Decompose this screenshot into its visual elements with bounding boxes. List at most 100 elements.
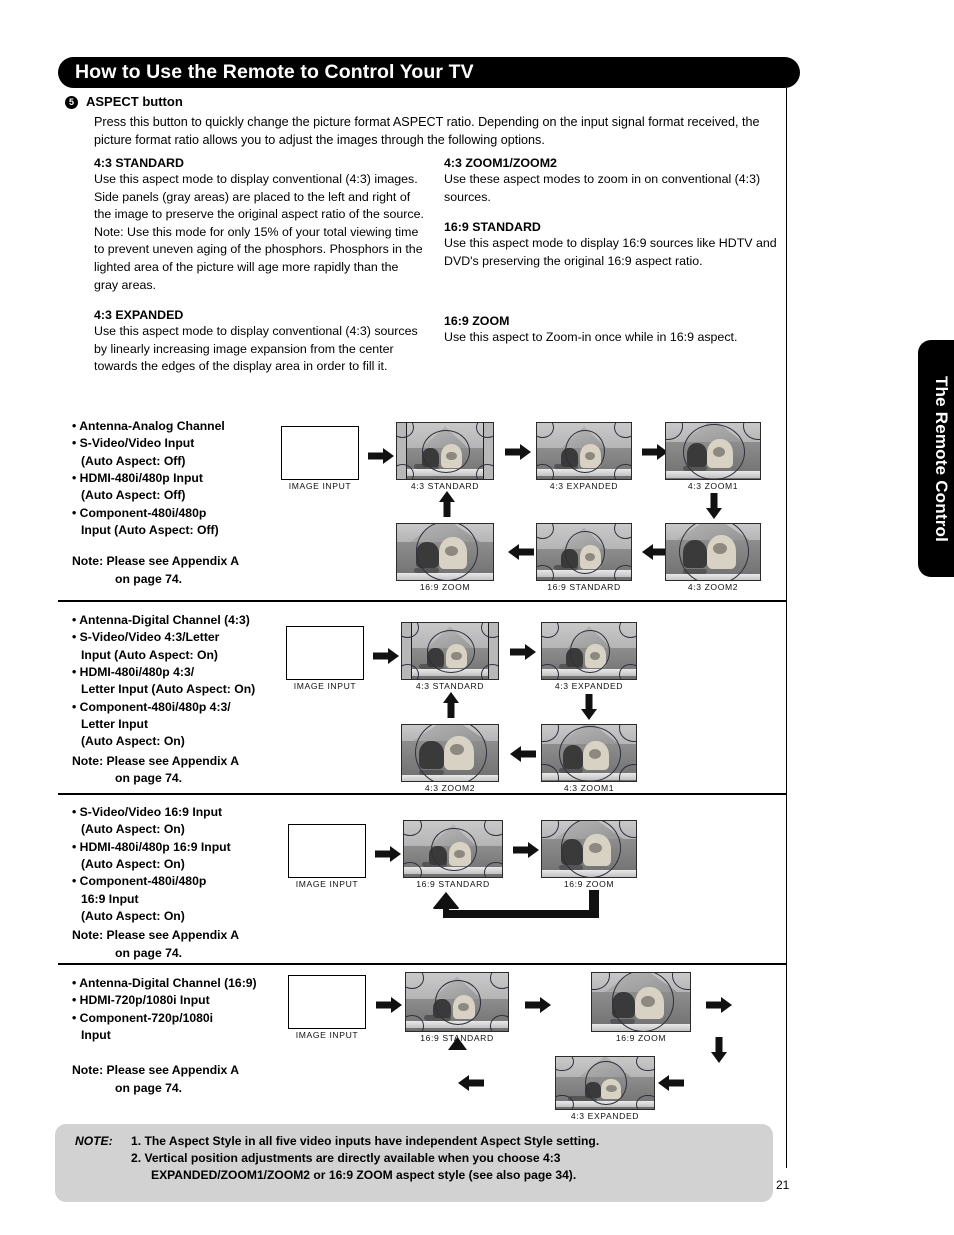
arrow-right-icon [373, 648, 399, 664]
arrow-right-icon [375, 846, 401, 862]
tv-frame [541, 622, 637, 680]
input-list-1: • Antenna-Analog Channel • S-Video/Video… [72, 418, 287, 588]
image-input-caption: IMAGE INPUT [295, 1030, 359, 1040]
list-item: • HDMI-480i/480p Input [72, 470, 203, 485]
image-input-thumb-2: IMAGE INPUT [286, 626, 364, 691]
arrow-left-icon [510, 746, 536, 762]
intro-title: ASPECT button [86, 94, 183, 109]
arrow-up-triangle-icon [448, 1037, 467, 1050]
definitions-right-column: 4:3 ZOOM1/ZOOM2 Use these aspect modes t… [444, 156, 784, 347]
tv-thumb-43-zoom2-2: 4:3 ZOOM2 [401, 724, 499, 793]
list-item: • HDMI-480i/480p 4:3/ [72, 664, 195, 679]
tv-thumb-43-standard-2: 4:3 STANDARD [401, 622, 499, 691]
list-item: • Component-480i/480p [72, 874, 207, 889]
test-pattern-overlay [406, 973, 508, 1031]
tv-caption: 4:3 STANDARD [410, 481, 480, 491]
list-item: • Component-480i/480p 4:3/ [72, 699, 231, 714]
section-divider-2 [58, 793, 786, 795]
page-header-banner: How to Use the Remote to Control Your TV [58, 57, 800, 88]
image-input-caption: IMAGE INPUT [295, 879, 359, 889]
page-number: 21 [776, 1178, 790, 1192]
list-item: • Component-720p/1080i [72, 1010, 214, 1025]
tv-caption: 4:3 EXPANDED [549, 481, 619, 491]
image-input-caption: IMAGE INPUT [288, 481, 352, 491]
arrow-left-icon [508, 544, 534, 560]
arrow-loop-back-icon [433, 890, 599, 923]
test-pattern-overlay [397, 524, 493, 580]
list-item: Input (Auto Aspect: On) [81, 647, 218, 662]
input-list-3: • S-Video/Video 16:9 Input (Auto Aspect:… [72, 804, 287, 962]
aspect-flow-section-2: • Antenna-Digital Channel (4:3) • S-Vide… [58, 612, 786, 793]
appendix-note-4: Note: Please see Appendix A on page 74. [72, 1062, 287, 1097]
page-title: How to Use the Remote to Control Your TV [75, 61, 474, 83]
test-pattern-overlay [397, 423, 493, 479]
side-tab-label: The Remote Control [932, 375, 951, 542]
image-input-frame [288, 824, 366, 878]
image-input-frame [288, 975, 366, 1029]
test-pattern-overlay [666, 524, 760, 580]
tv-frame [396, 523, 494, 581]
arrow-left-icon [458, 1075, 484, 1091]
arrow-down-icon [706, 493, 722, 519]
tv-caption: 4:3 EXPANDED [554, 681, 624, 691]
tv-caption: 16:9 STANDARD [416, 879, 490, 889]
appendix-note-1: Note: Please see Appendix A on page 74. [72, 553, 287, 588]
note-line-2: on page 74. [115, 945, 183, 960]
test-pattern-overlay [556, 1057, 654, 1109]
list-item: • Antenna-Analog Channel [72, 419, 225, 433]
tv-caption: 16:9 STANDARD [547, 582, 621, 592]
arrow-left-icon [658, 1075, 684, 1091]
tv-frame [541, 820, 637, 878]
list-item: (Auto Aspect: On) [81, 734, 185, 749]
test-pattern-overlay [537, 524, 631, 580]
tv-thumb-43-standard-1: 4:3 STANDARD [396, 422, 494, 491]
intro-heading-row: 5 ASPECT button [65, 94, 765, 110]
note-item-3: EXPANDED/ZOOM1/ZOOM2 or 16:9 ZOOM aspect… [151, 1168, 577, 1182]
tv-thumb-43-expanded-2: 4:3 EXPANDED [541, 622, 637, 691]
list-item: (Auto Aspect: On) [81, 856, 185, 871]
arrow-down-icon [711, 1037, 727, 1063]
list-item: • Antenna-Digital Channel (16:9) [72, 976, 257, 990]
image-input-thumb-3: IMAGE INPUT [288, 824, 366, 889]
input-list-2: • Antenna-Digital Channel (4:3) • S-Vide… [72, 612, 287, 787]
note-line-2: on page 74. [115, 770, 183, 785]
list-item: Input [81, 1027, 111, 1042]
section-divider-1 [58, 600, 786, 602]
tv-frame [591, 972, 691, 1032]
tv-frame [536, 523, 632, 581]
tv-frame [401, 622, 499, 680]
intro-paragraph: Press this button to quickly change the … [94, 115, 760, 148]
list-item: • HDMI-720p/1080i Input [72, 993, 210, 1008]
list-item: • S-Video/Video Input [72, 436, 195, 451]
list-item: • S-Video/Video 16:9 Input [72, 805, 223, 819]
arrow-right-icon [525, 997, 551, 1013]
bottom-note-box: NOTE: 1. The Aspect Style in all five vi… [55, 1124, 773, 1202]
list-item: Letter Input (Auto Aspect: On) [81, 682, 256, 697]
tv-caption: 4:3 ZOOM2 [424, 783, 476, 793]
test-pattern-overlay [592, 973, 690, 1031]
aspect-button-intro: 5 ASPECT button Press this button to qui… [65, 94, 765, 150]
aspect-flow-section-3: • S-Video/Video 16:9 Input (Auto Aspect:… [58, 804, 786, 962]
tv-thumb-43-expanded-1: 4:3 EXPANDED [536, 422, 632, 491]
tv-caption: 16:9 ZOOM [563, 879, 615, 889]
side-tab-the-remote-control: The Remote Control [918, 340, 954, 577]
tv-frame [401, 724, 499, 782]
appendix-note-2: Note: Please see Appendix A on page 74. [72, 753, 287, 788]
appendix-note-3: Note: Please see Appendix A on page 74. [72, 927, 287, 962]
image-input-frame [281, 426, 359, 480]
tv-caption: 4:3 ZOOM1 [563, 783, 615, 793]
list-item: • HDMI-480i/480p 16:9 Input [72, 839, 231, 854]
list-item: • Component-480i/480p [72, 505, 207, 520]
tv-frame [555, 1056, 655, 1110]
def-text-43-zoom: Use these aspect modes to zoom in on con… [444, 172, 761, 204]
test-pattern-overlay [402, 725, 498, 781]
test-pattern-overlay [537, 423, 631, 479]
note-line-1: Note: Please see Appendix A [72, 753, 240, 768]
list-item: • Antenna-Digital Channel (4:3) [72, 613, 250, 627]
tv-frame [405, 972, 509, 1032]
list-item: Letter Input [81, 716, 149, 731]
tv-frame [665, 523, 761, 581]
test-pattern-overlay [666, 423, 760, 479]
